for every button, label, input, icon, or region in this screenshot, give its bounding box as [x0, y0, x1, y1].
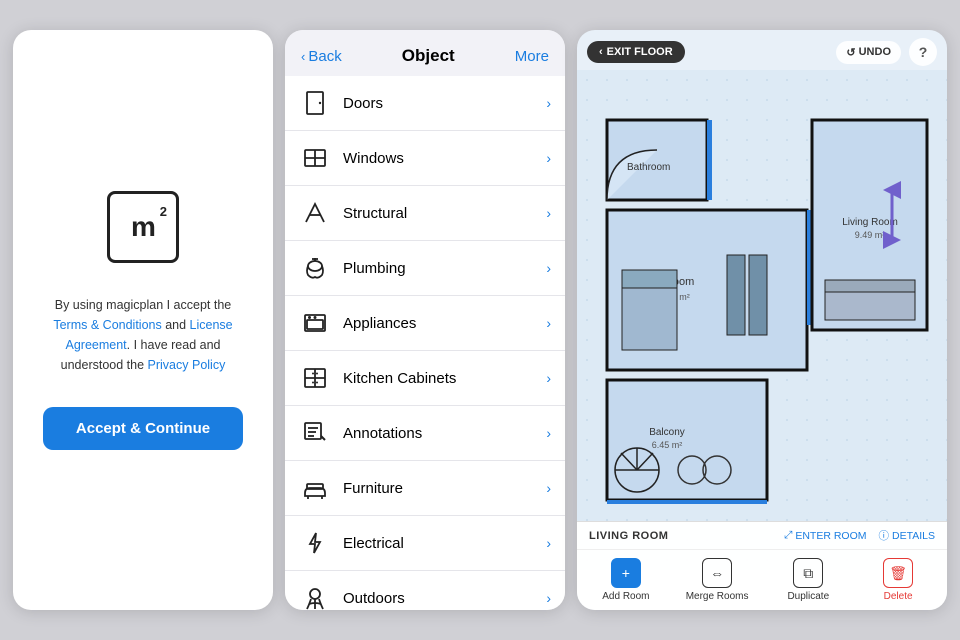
svg-text:Living Room: Living Room	[842, 217, 898, 228]
terms-conditions-link[interactable]: Terms & Conditions	[53, 318, 161, 332]
objects-panel: ‹ Back Object More Doors ›	[285, 30, 565, 610]
add-room-icon: +	[611, 558, 641, 588]
furniture-chevron-icon: ›	[546, 480, 551, 496]
exit-floor-label: EXIT FLOOR	[607, 46, 673, 58]
details-button[interactable]: ⓘ DETAILS	[879, 528, 935, 543]
list-item-annotations[interactable]: Annotations ›	[285, 406, 565, 461]
annotations-chevron-icon: ›	[546, 425, 551, 441]
login-panel: m 2 By using magicplan I accept the Term…	[13, 30, 273, 610]
enter-room-icon: ⤢	[784, 529, 792, 542]
accept-continue-button[interactable]: Accept & Continue	[43, 407, 243, 450]
list-item-furniture[interactable]: Furniture ›	[285, 461, 565, 516]
kitchen-cabinets-label: Kitchen Cabinets	[343, 370, 546, 387]
doors-label: Doors	[343, 95, 546, 112]
furniture-label: Furniture	[343, 480, 546, 497]
doors-chevron-icon: ›	[546, 95, 551, 111]
list-item-appliances[interactable]: Appliances ›	[285, 296, 565, 351]
duplicate-label: Duplicate	[787, 591, 829, 602]
list-item-structural[interactable]: Structural ›	[285, 186, 565, 241]
logo-superscript: 2	[160, 204, 166, 219]
svg-text:Bathroom: Bathroom	[627, 162, 670, 173]
windows-chevron-icon: ›	[546, 150, 551, 166]
windows-icon	[299, 142, 331, 174]
appliances-chevron-icon: ›	[546, 315, 551, 331]
annotations-icon	[299, 417, 331, 449]
floorplan-top-bar: ‹ EXIT FLOOR ↺ UNDO ?	[577, 30, 947, 74]
help-button[interactable]: ?	[909, 38, 937, 66]
room-actions: ⤢ ENTER ROOM ⓘ DETAILS	[784, 528, 935, 543]
svg-text:9.49 m²: 9.49 m²	[855, 230, 886, 240]
plumbing-chevron-icon: ›	[546, 260, 551, 276]
list-item-windows[interactable]: Windows ›	[285, 131, 565, 186]
app-logo: m 2	[107, 191, 179, 263]
structural-icon	[299, 197, 331, 229]
appliances-icon	[299, 307, 331, 339]
back-label: Back	[308, 48, 341, 65]
electrical-label: Electrical	[343, 535, 546, 552]
more-button[interactable]: More	[515, 48, 549, 65]
outdoors-chevron-icon: ›	[546, 590, 551, 606]
duplicate-button[interactable]: ⧉ Duplicate	[778, 558, 838, 602]
logo-letter: m	[131, 211, 155, 243]
delete-button[interactable]: 🗑 Delete	[868, 558, 928, 602]
outdoors-icon	[299, 582, 331, 610]
enter-room-button[interactable]: ⤢ ENTER ROOM	[784, 528, 867, 543]
list-item-plumbing[interactable]: Plumbing ›	[285, 241, 565, 296]
furniture-icon	[299, 472, 331, 504]
room-info-bar: LIVING ROOM ⤢ ENTER ROOM ⓘ DETAILS	[577, 522, 947, 550]
privacy-policy-link[interactable]: Privacy Policy	[148, 358, 226, 372]
structural-chevron-icon: ›	[546, 205, 551, 221]
objects-header: ‹ Back Object More	[285, 30, 565, 76]
help-icon: ?	[919, 44, 928, 60]
delete-label: Delete	[884, 591, 913, 602]
panel-title: Object	[402, 46, 455, 66]
electrical-icon	[299, 527, 331, 559]
outdoors-label: Outdoors	[343, 590, 546, 607]
plumbing-label: Plumbing	[343, 260, 546, 277]
merge-rooms-button[interactable]: ⇔ Merge Rooms	[686, 558, 749, 602]
merge-rooms-icon: ⇔	[702, 558, 732, 588]
exit-floor-button[interactable]: ‹ EXIT FLOOR	[587, 41, 685, 63]
back-button[interactable]: ‹ Back	[301, 48, 342, 65]
selected-room-name: LIVING ROOM	[589, 530, 668, 542]
kitchen-cabinets-icon	[299, 362, 331, 394]
structural-label: Structural	[343, 205, 546, 222]
list-item-electrical[interactable]: Electrical ›	[285, 516, 565, 571]
plumbing-icon	[299, 252, 331, 284]
delete-icon: 🗑	[883, 558, 913, 588]
merge-rooms-label: Merge Rooms	[686, 591, 749, 602]
main-container: m 2 By using magicplan I accept the Term…	[10, 20, 950, 620]
exit-floor-chevron-icon: ‹	[599, 46, 603, 58]
add-room-button[interactable]: + Add Room	[596, 558, 656, 602]
floorplan-panel: ‹ EXIT FLOOR ↺ UNDO ?	[577, 30, 947, 610]
undo-button[interactable]: ↺ UNDO	[836, 41, 901, 64]
annotations-label: Annotations	[343, 425, 546, 442]
kitchen-cabinets-chevron-icon: ›	[546, 370, 551, 386]
undo-label: UNDO	[859, 46, 891, 58]
undo-icon: ↺	[846, 46, 855, 59]
back-chevron-icon: ‹	[301, 49, 305, 64]
list-item-kitchen-cabinets[interactable]: Kitchen Cabinets ›	[285, 351, 565, 406]
doors-icon	[299, 87, 331, 119]
floorplan-bottom-bar: LIVING ROOM ⤢ ENTER ROOM ⓘ DETAILS + Add…	[577, 521, 947, 610]
svg-text:Balcony: Balcony	[649, 427, 685, 438]
objects-list: Doors › Windows ›	[285, 76, 565, 610]
terms-text: By using magicplan I accept the Terms & …	[37, 295, 249, 375]
add-room-label: Add Room	[602, 591, 649, 602]
info-icon: ⓘ	[879, 528, 890, 543]
windows-label: Windows	[343, 150, 546, 167]
appliances-label: Appliances	[343, 315, 546, 332]
duplicate-icon: ⧉	[793, 558, 823, 588]
list-item-outdoors[interactable]: Outdoors ›	[285, 571, 565, 610]
svg-text:6.45 m²: 6.45 m²	[652, 440, 683, 450]
electrical-chevron-icon: ›	[546, 535, 551, 551]
bottom-toolbar: + Add Room ⇔ Merge Rooms ⧉ Duplicate 🗑 D…	[577, 550, 947, 610]
list-item-doors[interactable]: Doors ›	[285, 76, 565, 131]
